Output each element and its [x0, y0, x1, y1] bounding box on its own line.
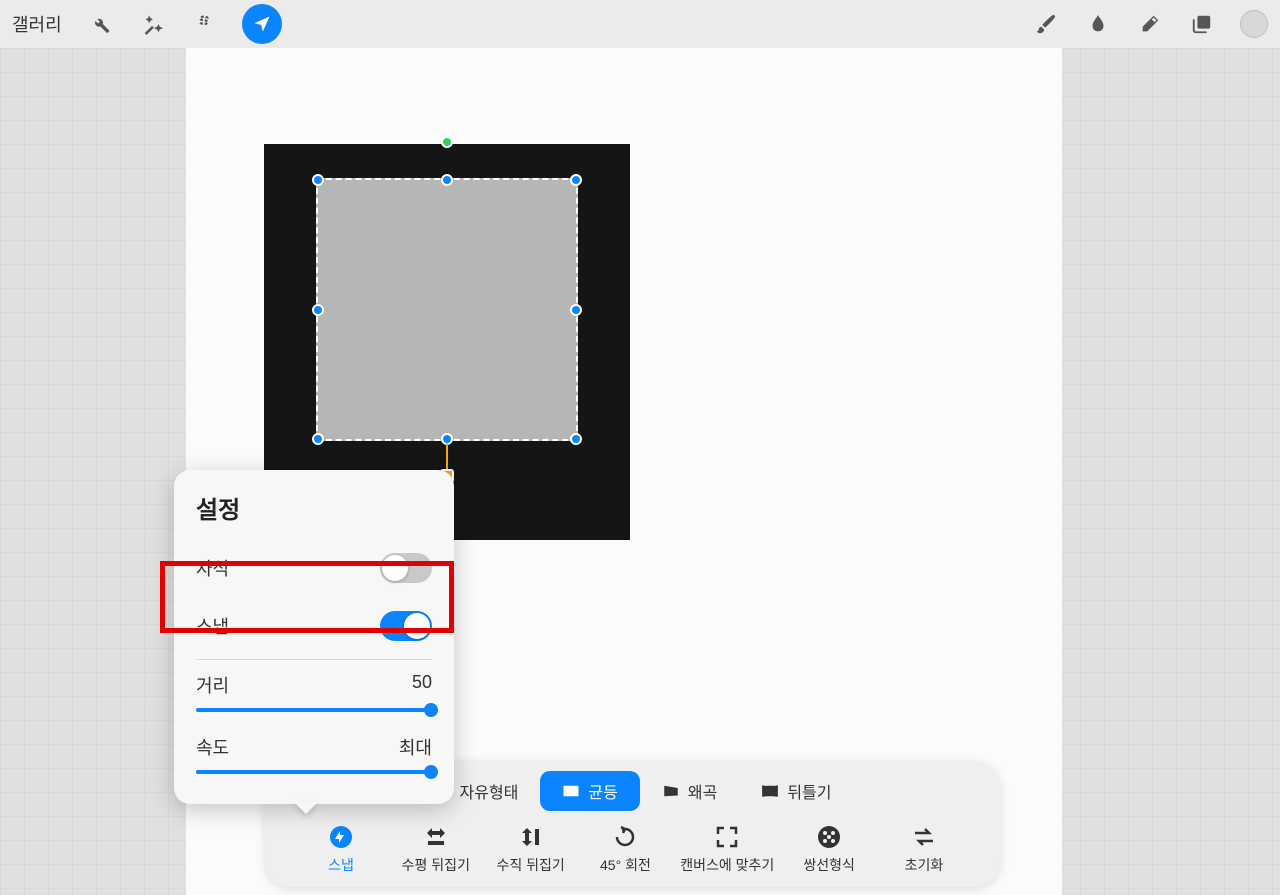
eraser-icon[interactable] [1136, 10, 1164, 38]
mode-uniform[interactable]: 균등 [540, 771, 639, 811]
magnet-label: 자석 [196, 555, 229, 581]
handle-top-mid[interactable] [441, 174, 453, 186]
action-fit-canvas[interactable]: 캔버스에 맞추기 [680, 825, 774, 875]
handle-mid-left[interactable] [312, 304, 324, 316]
snap-toggle[interactable] [380, 611, 432, 641]
speed-slider[interactable] [196, 770, 432, 774]
action-bilinear[interactable]: 쌍선형식 [789, 825, 869, 875]
distance-slider-row: 거리 50 [174, 664, 454, 714]
magnet-toggle[interactable] [380, 553, 432, 583]
action-reset[interactable]: 초기화 [884, 825, 964, 875]
gallery-button[interactable]: 갤러리 [12, 11, 62, 37]
wrench-icon[interactable] [86, 10, 114, 38]
divider [196, 659, 432, 660]
s-selection-icon[interactable] [190, 10, 218, 38]
action-rotate[interactable]: 45° 회전 [585, 825, 665, 875]
mode-warp[interactable]: 뒤틀기 [739, 771, 853, 811]
rotation-handle[interactable] [441, 136, 453, 148]
distance-label: 거리 [196, 672, 229, 698]
distance-value: 50 [412, 672, 432, 698]
action-flip-v[interactable]: 수직 뒤집기 [491, 825, 571, 875]
transform-arrow-icon[interactable] [242, 4, 282, 44]
handle-mid-right[interactable] [570, 304, 582, 316]
wand-icon[interactable] [138, 10, 166, 38]
smudge-icon[interactable] [1084, 10, 1112, 38]
handle-bot-left[interactable] [312, 433, 324, 445]
handle-top-left[interactable] [312, 174, 324, 186]
mode-distort[interactable]: 왜곡 [640, 771, 739, 811]
magnet-row: 자석 [174, 539, 454, 597]
action-flip-h[interactable]: 수평 뒤집기 [396, 825, 476, 875]
bounding-box[interactable] [316, 178, 578, 441]
top-toolbar: 갤러리 [0, 0, 1280, 48]
distance-slider[interactable] [196, 708, 432, 712]
snap-label: 스냅 [196, 613, 229, 639]
handle-top-right[interactable] [570, 174, 582, 186]
snap-row: 스냅 [174, 597, 454, 655]
speed-slider-row: 속도 최대 [174, 726, 454, 776]
brush-icon[interactable] [1032, 10, 1060, 38]
color-picker-circle[interactable] [1240, 10, 1268, 38]
popup-title: 설정 [174, 490, 454, 539]
speed-label: 속도 [196, 734, 229, 760]
handle-bot-right[interactable] [570, 433, 582, 445]
layers-icon[interactable] [1188, 10, 1216, 38]
action-snap[interactable]: 스냅 [301, 825, 381, 875]
toolbar-left-group: 갤러리 [12, 4, 282, 44]
toolbar-right-group [1032, 10, 1268, 38]
speed-value: 최대 [399, 734, 432, 760]
popup-arrow [294, 802, 318, 814]
action-row: 스냅 수평 뒤집기 수직 뒤집기 45° 회전 캔버스에 맞추기 쌍선형식 초기… [289, 825, 976, 875]
snap-settings-popup: 설정 자석 스냅 거리 50 속도 최대 [174, 470, 454, 804]
